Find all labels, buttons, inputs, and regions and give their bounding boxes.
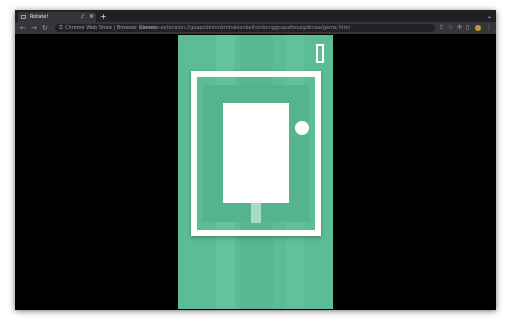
forward-icon[interactable]: → <box>31 23 37 33</box>
back-icon[interactable]: ← <box>20 23 26 33</box>
address-bar[interactable]: ⚿ Chrome Web Store | Browser Games chrom… <box>55 24 435 32</box>
center-block <box>223 103 289 203</box>
tab-strip: Rotate! ♪ × + ⌄ <box>15 10 496 22</box>
ball <box>295 121 309 135</box>
share-icon[interactable]: ⇪ <box>439 23 444 33</box>
block-stem <box>251 203 261 223</box>
pause-icon[interactable] <box>316 44 324 63</box>
url-text[interactable]: chrome-extension://goapcbkmmkmhaklonkeih… <box>140 24 350 32</box>
reload-icon[interactable]: ↻ <box>42 23 48 33</box>
tab-title: Rotate! <box>30 14 49 20</box>
plus-icon[interactable]: + <box>100 12 107 21</box>
page-viewport <box>15 34 496 310</box>
game-canvas[interactable] <box>178 35 333 309</box>
speaker-icon[interactable]: ♪ <box>81 13 84 21</box>
profile-icon[interactable] <box>475 25 481 31</box>
game-favicon-icon <box>21 15 26 19</box>
star-icon[interactable]: ☆ <box>448 23 453 33</box>
menu-icon[interactable]: ⋮ <box>486 23 492 33</box>
browser-window: Rotate! ♪ × + ⌄ ← → ↻ ⚿ Chrome Web Store… <box>15 10 496 310</box>
extensions-icon[interactable]: ✣ <box>457 23 462 33</box>
sidebar-icon[interactable]: ▯ <box>466 23 469 33</box>
tab-rotate[interactable]: Rotate! ♪ × <box>18 12 96 22</box>
lock-icon[interactable]: ⚿ <box>59 24 63 32</box>
close-icon[interactable]: × <box>89 13 94 21</box>
toolbar: ← → ↻ ⚿ Chrome Web Store | Browser Games… <box>15 22 496 34</box>
chevron-down-icon[interactable]: ⌄ <box>487 12 492 21</box>
